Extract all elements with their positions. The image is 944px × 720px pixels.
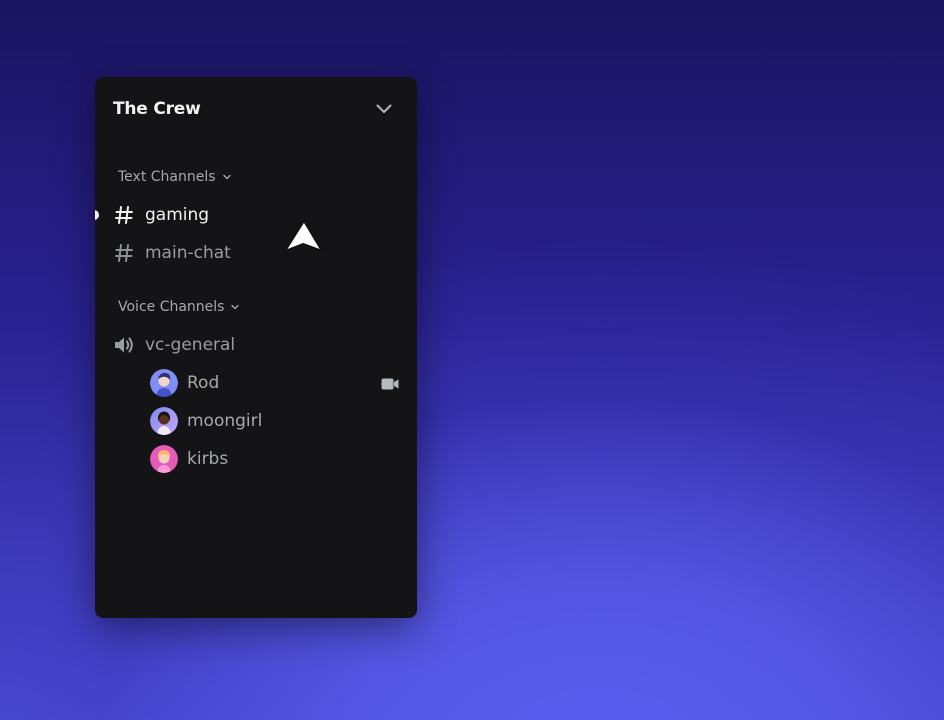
hashtag-icon — [113, 204, 135, 226]
avatar — [150, 369, 178, 397]
hashtag-icon — [113, 242, 135, 264]
speaker-icon — [113, 334, 135, 356]
avatar — [150, 445, 178, 473]
channel-label: vc-general — [145, 335, 236, 355]
chevron-down-icon — [222, 172, 232, 182]
voice-user-name: kirbs — [187, 449, 229, 469]
category-voice-channels[interactable]: Voice Channels — [118, 299, 240, 315]
channel-vc-general[interactable]: vc-general — [113, 329, 235, 361]
server-name: The Crew — [113, 99, 201, 119]
chevron-down-icon[interactable] — [375, 100, 393, 118]
category-label: Text Channels — [118, 169, 216, 185]
category-text-channels[interactable]: Text Channels — [118, 169, 232, 185]
category-label: Voice Channels — [118, 299, 225, 315]
channel-label: gaming — [145, 205, 210, 225]
channel-gaming[interactable]: gaming — [113, 199, 209, 231]
voice-user-kirbs[interactable]: kirbs — [150, 444, 228, 474]
voice-user-rod[interactable]: Rod — [150, 368, 219, 398]
video-camera-icon — [381, 376, 399, 390]
channel-label: main-chat — [145, 243, 231, 263]
avatar — [150, 407, 178, 435]
unread-indicator — [95, 210, 99, 220]
voice-user-name: Rod — [187, 373, 220, 393]
chevron-down-icon — [230, 302, 240, 312]
voice-user-moongirl[interactable]: moongirl — [150, 406, 262, 436]
server-header[interactable]: The Crew — [95, 77, 417, 141]
server-channel-panel: The Crew Text Channels gaming main-chat … — [95, 77, 417, 618]
channel-main-chat[interactable]: main-chat — [113, 237, 231, 269]
voice-user-name: moongirl — [187, 411, 263, 431]
